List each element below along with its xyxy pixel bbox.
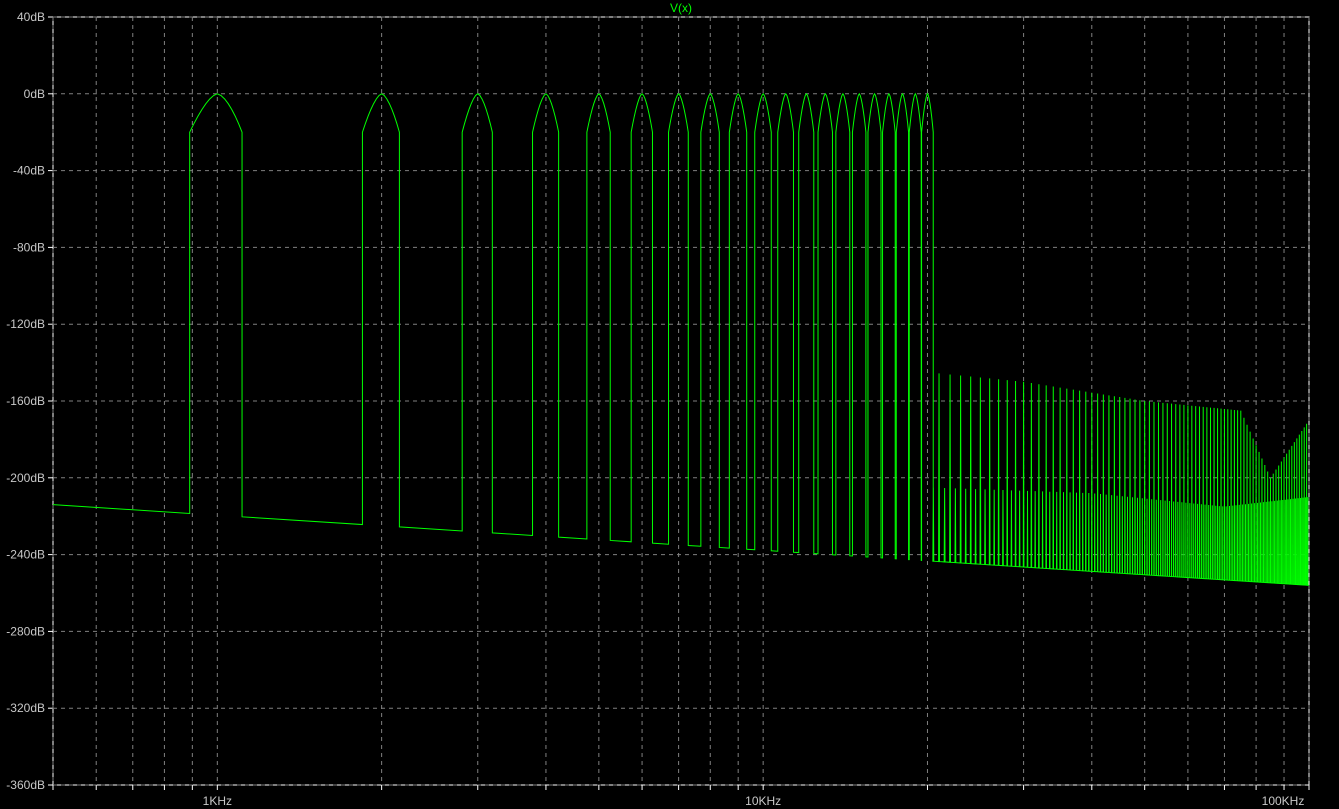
y-tick-label: -200dB (6, 471, 45, 485)
x-tick-label: 10KHz (745, 794, 781, 808)
x-axis-labels: 1KHz 10KHz 100KHz (203, 794, 1305, 808)
x-tick-label: 100KHz (1262, 794, 1305, 808)
series-line-v-x (52, 92, 1310, 586)
y-tick-label: -280dB (6, 624, 45, 638)
y-tick-label: -240dB (6, 548, 45, 562)
y-tick-label: -160dB (6, 394, 45, 408)
x-tick-label: 1KHz (203, 794, 232, 808)
y-tick-label: -320dB (6, 701, 45, 715)
trace-title[interactable]: V(x) (670, 1, 692, 15)
spectrum-plot: V(x) 40dB 0dB -40dB -80dB -120dB -160dB -200dB… (6, 1, 1310, 808)
y-tick-label: -40dB (13, 164, 45, 178)
y-tick-label: 40dB (17, 10, 45, 24)
y-tick-label: 0dB (24, 87, 45, 101)
y-tick-label: -360dB (6, 778, 45, 792)
y-axis-labels: 40dB 0dB -40dB -80dB -120dB -160dB -200dB -240d… (6, 10, 45, 792)
y-tick-label: -120dB (6, 317, 45, 331)
y-tick-label: -80dB (13, 240, 45, 254)
